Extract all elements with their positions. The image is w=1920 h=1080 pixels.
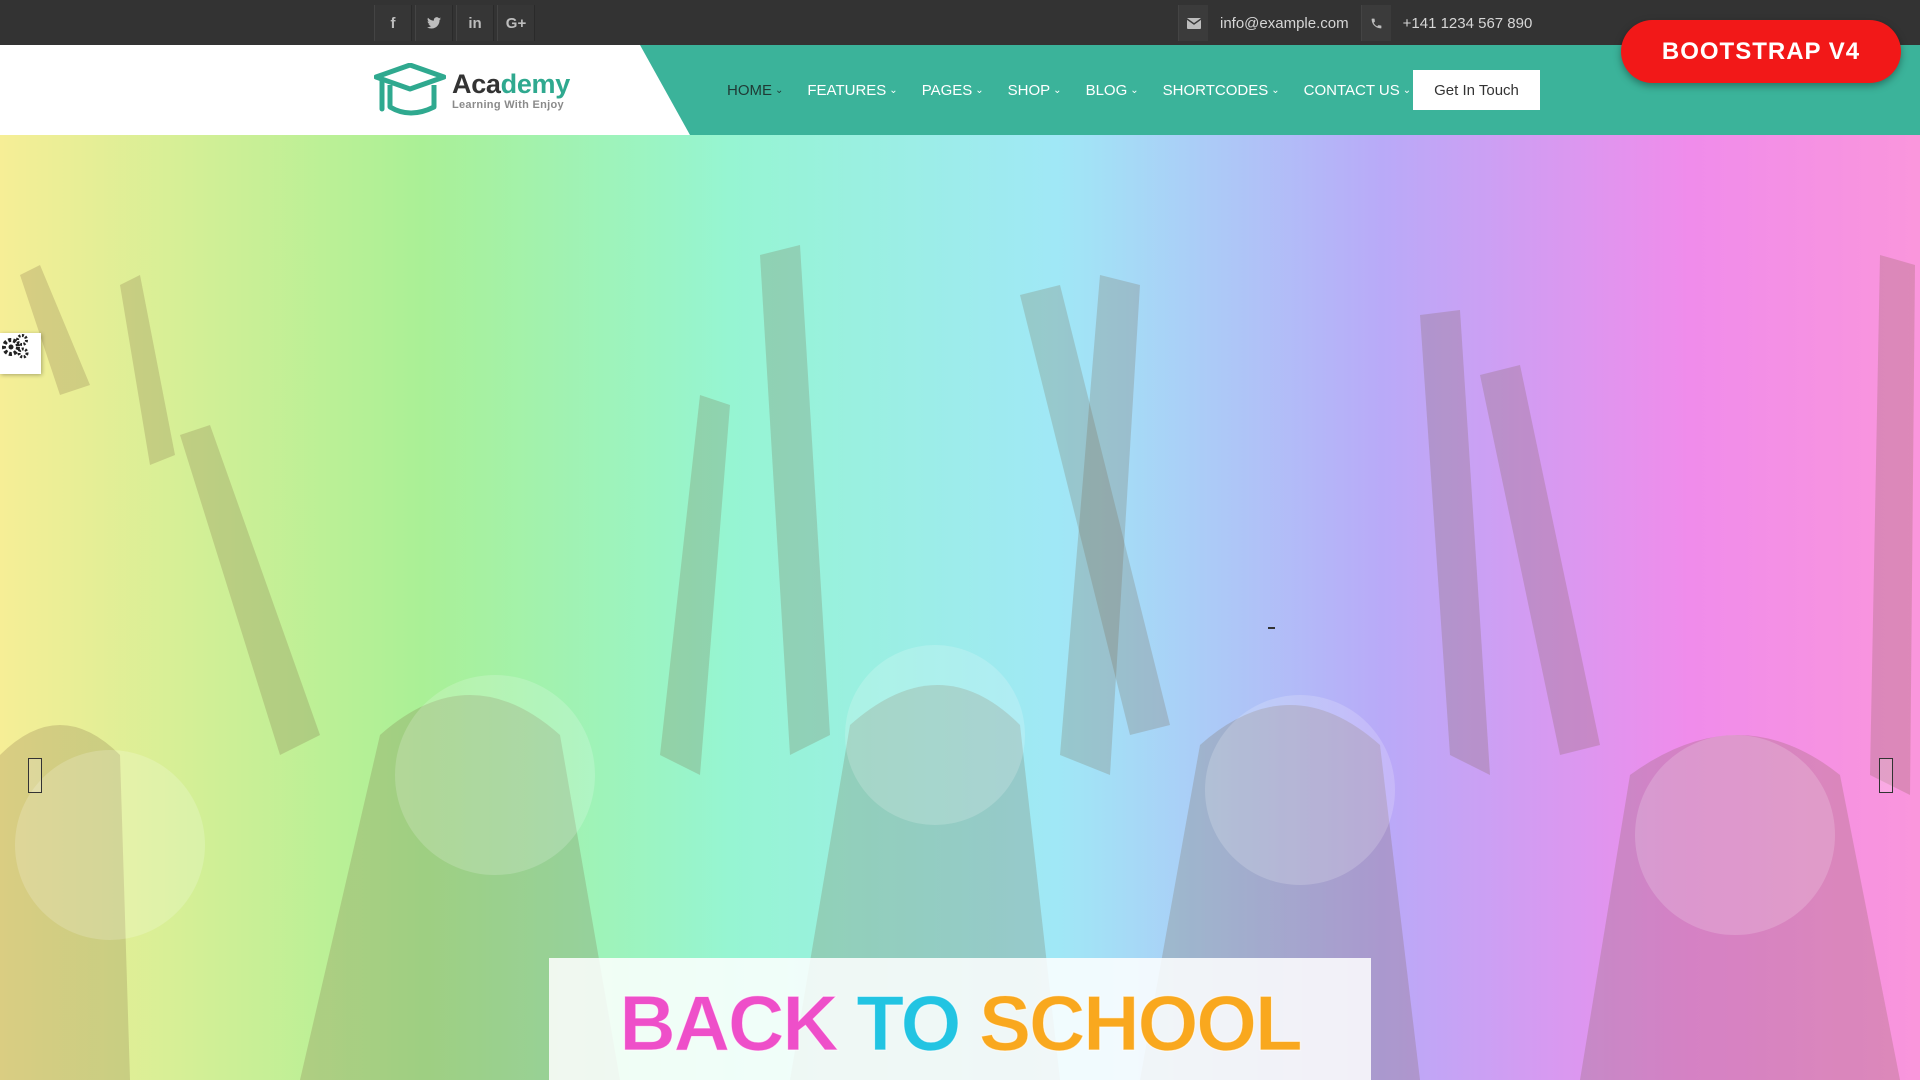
chevron-down-icon: ⌄ xyxy=(1271,84,1280,96)
envelope-icon xyxy=(1178,5,1208,41)
headline-word-to: TO xyxy=(856,978,962,1067)
nav-item-pages[interactable]: PAGES ⌄ xyxy=(922,82,984,99)
site-logo[interactable]: Academy Learning With Enjoy xyxy=(374,63,570,117)
linkedin-icon[interactable]: in xyxy=(456,5,494,41)
nav-item-home[interactable]: HOME ⌄ xyxy=(727,82,783,99)
headline-word-school: SCHOOL xyxy=(978,978,1303,1067)
bootstrap-v4-badge[interactable]: BOOTSTRAP V4 xyxy=(1621,20,1901,83)
nav-item-blog[interactable]: BLOG ⌄ xyxy=(1086,82,1139,99)
nav-item-shop[interactable]: SHOP ⌄ xyxy=(1008,82,1062,99)
get-in-touch-button[interactable]: Get In Touch xyxy=(1413,70,1540,110)
twitter-icon[interactable] xyxy=(415,5,453,41)
chevron-down-icon: ⌄ xyxy=(1053,84,1062,96)
contact-info: info@example.com +141 1234 567 890 xyxy=(1178,5,1544,41)
logo-tagline: Learning With Enjoy xyxy=(452,98,564,111)
graduation-cap-icon xyxy=(374,63,446,116)
settings-gear-icon[interactable] xyxy=(0,333,41,374)
social-links: f in G+ xyxy=(374,5,538,41)
main-menu: HOME ⌄ FEATURES ⌄ PAGES ⌄ SHOP ⌄ BLOG ⌄ SHORT… xyxy=(727,45,1435,135)
logo-title: Academy xyxy=(452,68,570,99)
slider-dash xyxy=(1268,627,1275,629)
facebook-icon[interactable]: f xyxy=(374,5,412,41)
hero-background-image xyxy=(0,245,1915,1080)
chevron-down-icon: ⌄ xyxy=(1130,84,1139,96)
nav-item-contact-us[interactable]: CONTACT US ⌄ xyxy=(1304,82,1412,99)
chevron-down-icon: ⌄ xyxy=(975,84,984,96)
phone-number[interactable]: +141 1234 567 890 xyxy=(1403,15,1533,32)
headline-word-back: BACK xyxy=(619,978,839,1067)
google-plus-icon[interactable]: G+ xyxy=(497,5,535,41)
slider-prev-arrow[interactable] xyxy=(28,758,42,793)
nav-item-shortcodes[interactable]: SHORTCODES ⌄ xyxy=(1163,82,1280,99)
hero-slider: BACK TO SCHOOL xyxy=(0,135,1920,1080)
logo-panel xyxy=(0,45,690,135)
email-link[interactable]: info@example.com xyxy=(1220,15,1349,32)
slider-next-arrow[interactable] xyxy=(1879,758,1893,793)
hero-headline: BACK TO SCHOOL xyxy=(619,978,1303,1069)
chevron-down-icon: ⌄ xyxy=(775,84,784,96)
phone-icon xyxy=(1360,5,1391,41)
chevron-down-icon: ⌄ xyxy=(889,84,898,96)
chevron-down-icon: ⌄ xyxy=(1402,84,1412,96)
nav-item-features[interactable]: FEATURES ⌄ xyxy=(807,82,897,99)
hero-headline-box: BACK TO SCHOOL xyxy=(549,958,1371,1080)
